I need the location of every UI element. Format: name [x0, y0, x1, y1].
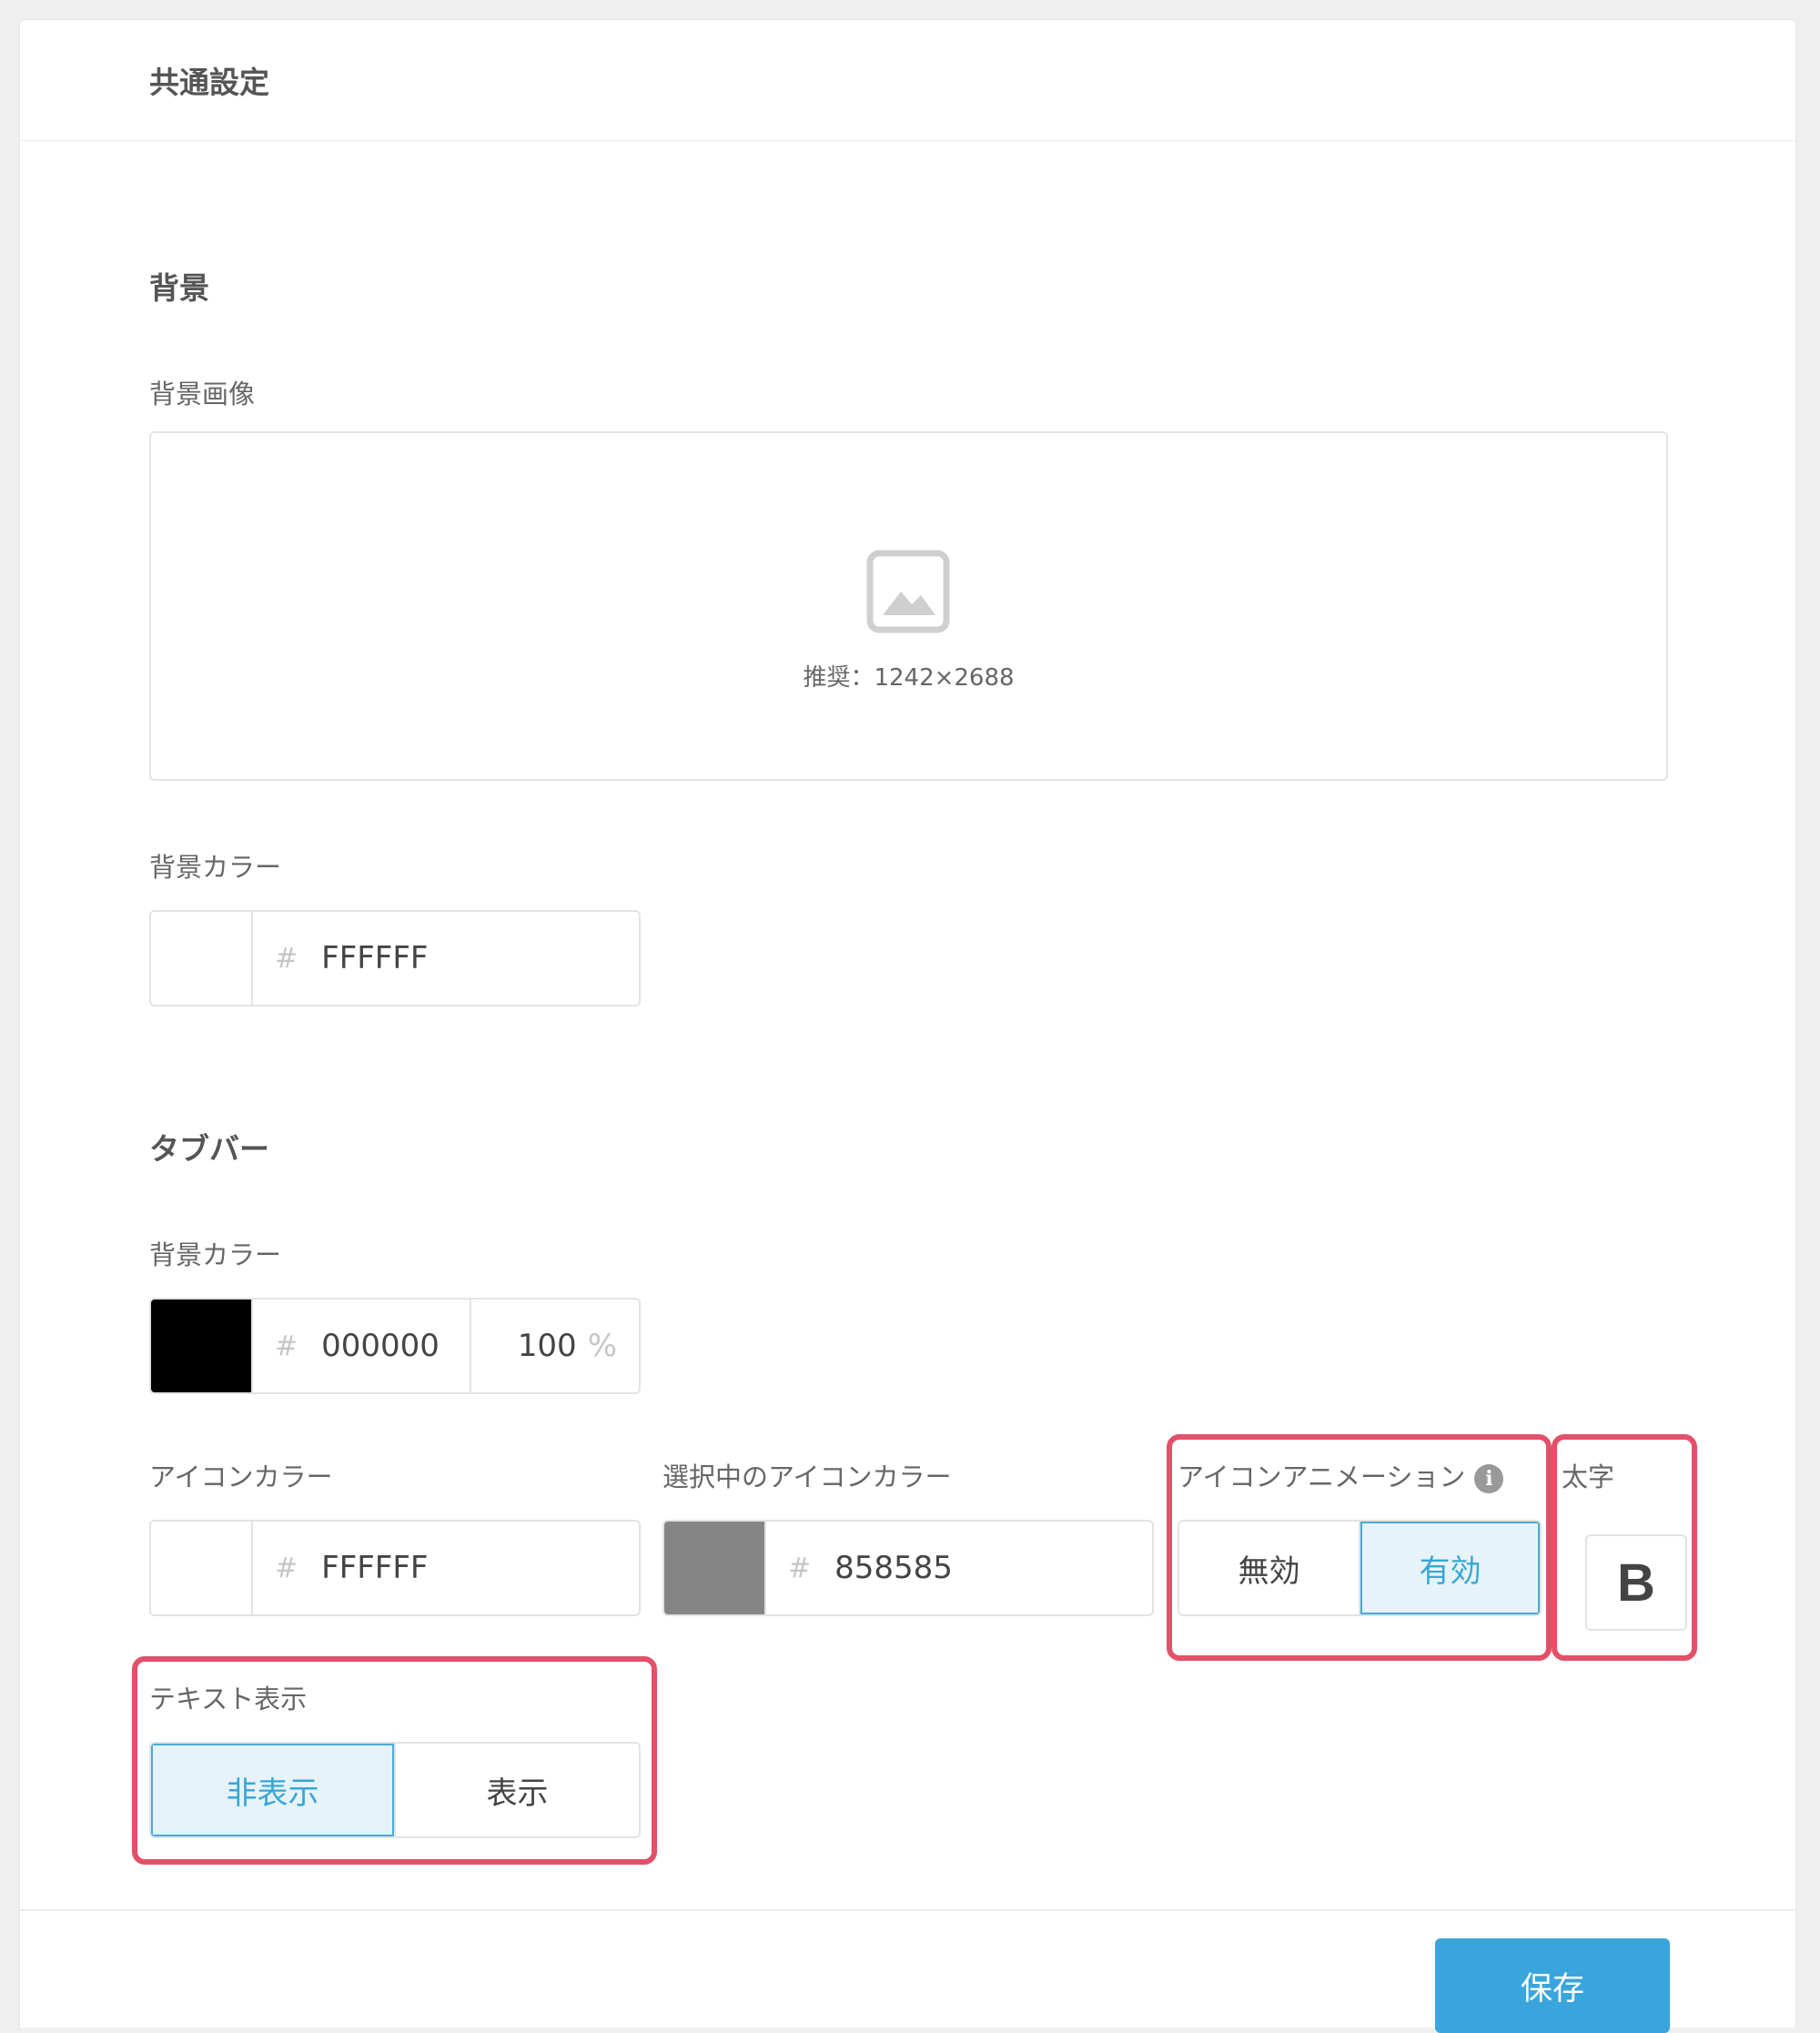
- icon-color-input[interactable]: # FFFFFF: [253, 1522, 639, 1614]
- background-color-label: 背景カラー: [149, 852, 282, 883]
- tabbar-bg-color-field[interactable]: # 000000 100 %: [149, 1298, 641, 1394]
- settings-card: 共通設定 背景 背景画像 推奨：1242×2688 背景カラー # FFFFFF…: [19, 19, 1796, 2033]
- icon-color-label: アイコンカラー: [149, 1462, 333, 1492]
- selected-icon-color-label: 選択中のアイコンカラー: [662, 1462, 952, 1492]
- tabbar-opacity-input[interactable]: 100 %: [470, 1300, 639, 1392]
- page-title: 共通設定: [149, 65, 269, 100]
- image-size-hint: 推奨：1242×2688: [803, 664, 1015, 692]
- icon-color-field[interactable]: # FFFFFF: [149, 1520, 641, 1616]
- background-color-input[interactable]: # FFFFFF: [253, 912, 639, 1005]
- background-color-field[interactable]: # FFFFFF: [149, 910, 641, 1006]
- icon-color-swatch[interactable]: [151, 1522, 253, 1614]
- selected-icon-color-value: 858585: [834, 1550, 953, 1586]
- hash-symbol: #: [275, 1330, 298, 1362]
- hash-symbol: #: [788, 1552, 812, 1584]
- percent-unit: %: [587, 1328, 617, 1364]
- background-image-upload[interactable]: 推奨：1242×2688: [149, 431, 1668, 781]
- background-color-value: FFFFFF: [321, 940, 429, 976]
- hash-symbol: #: [275, 1552, 298, 1584]
- highlight-bold: [1552, 1434, 1697, 1661]
- save-button[interactable]: 保存: [1435, 1938, 1670, 2033]
- selected-icon-color-input[interactable]: # 858585: [766, 1522, 1152, 1614]
- card-footer: 保存: [20, 1909, 1795, 2033]
- tabbar-opacity-value: 100: [517, 1328, 577, 1364]
- tabbar-bg-color-swatch[interactable]: [151, 1300, 253, 1392]
- background-section-title: 背景: [149, 270, 209, 306]
- background-color-swatch[interactable]: [151, 912, 253, 1005]
- selected-icon-color-swatch[interactable]: [664, 1522, 766, 1614]
- card-header: 共通設定: [20, 20, 1795, 141]
- selected-icon-color-field[interactable]: # 858585: [662, 1520, 1154, 1616]
- tabbar-bg-color-value: 000000: [321, 1328, 440, 1364]
- highlight-icon-animation: [1167, 1434, 1552, 1661]
- image-placeholder-icon: [866, 550, 950, 633]
- tabbar-section-title: タブバー: [149, 1131, 269, 1167]
- tabbar-bg-color-input[interactable]: # 000000: [253, 1300, 470, 1392]
- background-image-label: 背景画像: [149, 379, 256, 410]
- tabbar-bg-color-label: 背景カラー: [149, 1239, 282, 1270]
- icon-color-value: FFFFFF: [321, 1550, 429, 1586]
- highlight-text-display: [132, 1656, 657, 1865]
- hash-symbol: #: [275, 942, 298, 975]
